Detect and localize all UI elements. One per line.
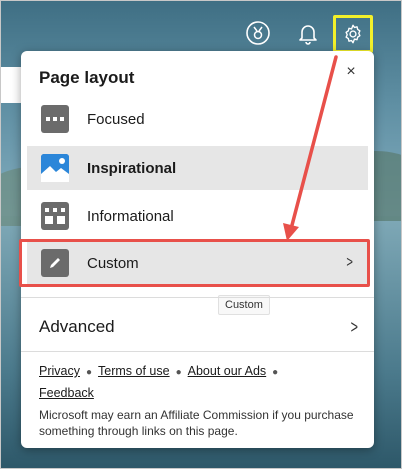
layout-option-label: Focused <box>87 110 145 128</box>
privacy-link[interactable]: Privacy <box>39 364 80 378</box>
layout-option-custom[interactable]: Custom > <box>27 241 368 285</box>
inspirational-layout-icon <box>41 154 69 182</box>
layout-option-label: Informational <box>87 207 174 225</box>
feedback-link[interactable]: Feedback <box>39 386 94 400</box>
link-separator: ● <box>175 367 182 378</box>
layout-option-label: Inspirational <box>87 159 177 177</box>
terms-of-use-link[interactable]: Terms of use <box>98 364 170 378</box>
divider <box>21 351 374 352</box>
divider <box>21 297 374 298</box>
layout-option-inspirational[interactable]: Inspirational <box>27 146 368 190</box>
notifications-bell-icon[interactable] <box>295 20 321 46</box>
screenshot-frame: Page layout × Focused Inspirational Info… <box>0 0 402 469</box>
chevron-right-icon: > <box>346 254 353 271</box>
about-our-ads-link[interactable]: About our Ads <box>188 364 267 378</box>
informational-layout-icon <box>41 202 69 230</box>
advanced-settings-row[interactable]: Advanced > <box>21 305 374 349</box>
top-toolbar <box>1 15 401 53</box>
pencil-icon <box>41 249 69 277</box>
search-box-edge <box>1 67 23 103</box>
gear-icon <box>345 24 361 44</box>
settings-gear-button[interactable] <box>333 15 373 53</box>
rewards-icon[interactable] <box>245 20 271 46</box>
advanced-label: Advanced <box>39 317 115 336</box>
link-separator: ● <box>85 367 93 378</box>
chevron-right-icon: > <box>351 316 359 337</box>
close-icon[interactable]: × <box>344 64 358 80</box>
affiliate-disclaimer: Microsoft may earn an Affiliate Commissi… <box>39 408 354 438</box>
focused-layout-icon <box>41 105 69 133</box>
layout-option-informational[interactable]: Informational <box>27 194 368 238</box>
panel-title: Page layout <box>39 68 135 87</box>
link-separator: ● <box>272 367 279 378</box>
layout-option-focused[interactable]: Focused <box>27 97 368 141</box>
layout-option-label: Custom <box>87 254 139 272</box>
page-layout-panel: Page layout × Focused Inspirational Info… <box>19 51 374 448</box>
footer-links: Privacy ● Terms of use ● About our Ads ● Feed… <box>39 361 359 403</box>
